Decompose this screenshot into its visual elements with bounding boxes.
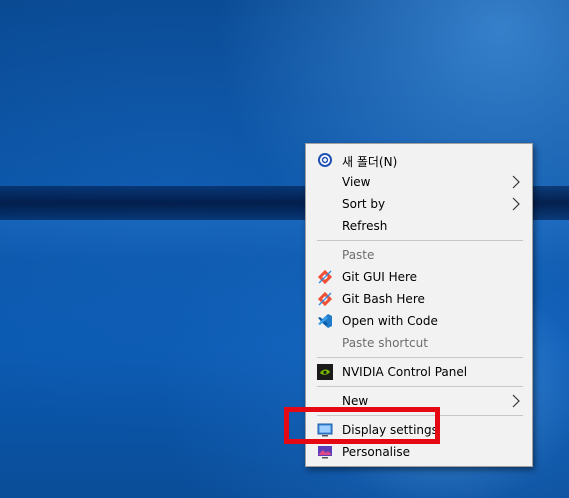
menu-item-label: Sort by xyxy=(342,197,386,211)
menu-item-label: Open with Code xyxy=(342,314,438,328)
menu-separator xyxy=(317,357,523,358)
menu-item-git-gui[interactable]: Git GUI Here xyxy=(307,266,531,288)
menu-item-new-folder[interactable]: 새 폴더(N) xyxy=(307,149,531,171)
menu-item-paste-disabled xyxy=(307,244,531,266)
menu-item-label: Refresh xyxy=(342,219,388,233)
menu-item-view[interactable]: View xyxy=(307,171,531,193)
git-icon xyxy=(317,269,333,285)
menu-separator xyxy=(317,240,523,241)
menu-item-refresh[interactable]: Refresh xyxy=(307,215,531,237)
chevron-right-icon xyxy=(511,394,521,408)
menu-item-paste-shortcut: Paste shortcut xyxy=(307,332,531,354)
nvidia-icon xyxy=(317,364,333,380)
menu-item-label: View xyxy=(342,175,371,189)
menu-item-personalise[interactable]: Personalise xyxy=(307,441,531,463)
menu-item-label: 새 폴더(N) xyxy=(342,155,398,169)
menu-separator xyxy=(317,386,523,387)
menu-item-label: New xyxy=(342,394,369,408)
menu-item-label: Paste shortcut xyxy=(342,336,428,350)
annotation-highlight-box xyxy=(284,407,440,444)
chevron-right-icon xyxy=(511,197,521,211)
new-folder-icon xyxy=(317,152,333,168)
menu-item-open-with-code[interactable]: Open with Code xyxy=(307,310,531,332)
vscode-icon xyxy=(317,313,333,329)
menu-item-nvidia-control-panel[interactable]: NVIDIA Control Panel xyxy=(307,361,531,383)
menu-item-label: Personalise xyxy=(342,445,410,459)
menu-item-label: Git Bash Here xyxy=(342,292,425,306)
menu-item-sort-by[interactable]: Sort by xyxy=(307,193,531,215)
menu-item-label: NVIDIA Control Panel xyxy=(342,365,468,379)
personalise-icon xyxy=(317,444,333,460)
menu-item-git-bash[interactable]: Git Bash Here xyxy=(307,288,531,310)
chevron-right-icon xyxy=(511,175,521,189)
git-icon xyxy=(317,291,333,307)
menu-item-label: Git GUI Here xyxy=(342,270,418,284)
